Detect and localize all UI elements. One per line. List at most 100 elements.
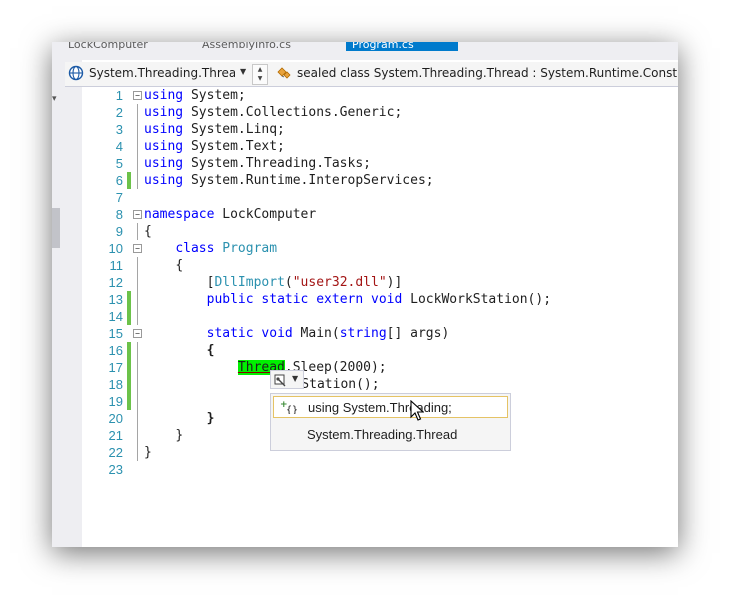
code-line: 4 using System.Text; <box>82 138 678 155</box>
keyword-public: public <box>206 292 254 307</box>
code-line: 14 <box>82 308 678 325</box>
namespace-globe-icon <box>68 65 84 81</box>
keyword-using: using <box>144 122 184 137</box>
brace: } <box>206 411 215 426</box>
namespace-ref: System.Text; <box>190 139 285 154</box>
mouse-pointer-icon <box>410 400 424 421</box>
namespace-ref: System.Threading.Tasks; <box>190 156 371 171</box>
line-number: 9 <box>115 224 123 239</box>
code-editor[interactable]: 1 − using System; 2 using System.Collect… <box>82 87 678 547</box>
line-number: 3 <box>115 122 123 137</box>
line-number: 8 <box>115 207 123 222</box>
brace: { <box>144 224 152 239</box>
brace: } <box>175 428 184 443</box>
fold-guide <box>137 308 138 325</box>
namespace-name: LockComputer <box>214 207 317 222</box>
keyword-extern: extern <box>316 292 364 307</box>
line-number: 13 <box>108 292 123 307</box>
collapse-chevron-icon[interactable]: ▾ <box>52 94 57 104</box>
code-text: static void Main(string[] args) <box>144 325 450 342</box>
method-signature: LockWorkStation(); <box>402 292 552 307</box>
keyword-using: using <box>144 88 184 103</box>
class-name: Program <box>222 241 278 256</box>
code-text: [DllImport("user32.dll")] <box>144 274 403 291</box>
fold-guide <box>137 359 138 376</box>
keyword-using: using <box>144 156 184 171</box>
code-line: 12 [DllImport("user32.dll")] <box>82 274 678 291</box>
menu-item-add-using[interactable]: + {} using System.Threading; <box>273 396 508 418</box>
chevron-down-icon: ▼ <box>292 374 299 383</box>
tool-window-strip: ▾ <box>52 60 82 547</box>
code-line: 2 using System.Collections.Generic; <box>82 104 678 121</box>
fold-guide <box>137 155 138 172</box>
code-text: namespace LockComputer <box>144 206 316 223</box>
line-number: 14 <box>108 309 123 324</box>
menu-item-label: using System.Threading; <box>308 400 452 415</box>
change-marker <box>127 308 131 325</box>
line-number: 6 <box>115 173 123 188</box>
line-number: 2 <box>115 105 123 120</box>
fold-collapse-icon[interactable]: − <box>133 329 142 338</box>
keyword-static: static <box>261 292 309 307</box>
tab-lockcomputer[interactable]: LockComputer <box>68 42 148 51</box>
code-text: using System.Linq; <box>144 121 285 138</box>
class-icon <box>277 67 291 79</box>
code-text: { <box>144 223 152 240</box>
line-number: 23 <box>108 462 123 477</box>
code-text: } <box>144 410 215 427</box>
visual-studio-window: LockComputer AssemblyInfo.cs Program.cs … <box>52 42 678 547</box>
menu-item-fully-qualify[interactable]: System.Threading.Thread <box>307 427 457 442</box>
tab-assemblyinfo[interactable]: AssemblyInfo.cs <box>202 42 291 51</box>
scope-spinner-icon[interactable]: ▲ ▼ <box>252 64 268 85</box>
document-tab-strip: LockComputer AssemblyInfo.cs Program.cs <box>52 42 678 60</box>
line-number: 4 <box>115 139 123 154</box>
code-text: public static extern void LockWorkStatio… <box>144 291 551 308</box>
side-scrollbar-thumb[interactable] <box>52 208 60 248</box>
tab-program[interactable]: Program.cs <box>346 42 458 51</box>
fold-guide <box>137 172 138 189</box>
code-text: { <box>144 342 215 359</box>
fold-guide <box>137 444 138 461</box>
keyword-using: using <box>144 105 184 120</box>
code-line: 10 − class Program <box>82 240 678 257</box>
fold-collapse-icon[interactable]: − <box>133 91 142 100</box>
code-line: 15 − static void Main(string[] args) <box>82 325 678 342</box>
change-marker <box>127 172 131 189</box>
method-name: Main( <box>292 326 340 341</box>
keyword-void: void <box>371 292 403 307</box>
code-text: using System.Runtime.InteropServices; <box>144 172 434 189</box>
line-number: 5 <box>115 156 123 171</box>
fold-collapse-icon[interactable]: − <box>133 244 142 253</box>
line-number: 22 <box>108 445 123 460</box>
fold-guide <box>137 138 138 155</box>
code-text: } <box>144 427 183 444</box>
keyword-void: void <box>261 326 293 341</box>
fold-guide <box>137 342 138 359</box>
fold-collapse-icon[interactable]: − <box>133 210 142 219</box>
fold-guide <box>137 393 138 410</box>
keyword-using: using <box>144 139 184 154</box>
code-line: 5 using System.Threading.Tasks; <box>82 155 678 172</box>
method-args: [] args) <box>386 326 450 341</box>
fold-guide <box>137 223 138 240</box>
screwdriver-icon <box>274 374 286 387</box>
line-number: 16 <box>108 343 123 358</box>
code-line: 3 using System.Linq; <box>82 121 678 138</box>
type-scope-dropdown[interactable]: System.Threading.Threac <box>89 66 235 80</box>
navigation-bar: System.Threading.Threac ▼ ▲ ▼ sealed clas… <box>65 62 678 87</box>
namespace-ref: System.Collections.Generic; <box>190 105 403 120</box>
namespace-ref: System.Linq; <box>190 122 285 137</box>
code-line: 18 WorkStation(); <box>82 376 678 393</box>
line-number: 20 <box>108 411 123 426</box>
line-number: 19 <box>108 394 123 409</box>
code-line: 8 − namespace LockComputer <box>82 206 678 223</box>
member-scope-dropdown[interactable]: sealed class System.Threading.Thread : S… <box>297 66 678 80</box>
fold-guide <box>137 121 138 138</box>
dropdown-arrow-icon[interactable]: ▼ <box>240 67 246 76</box>
attribute-name: DllImport <box>214 275 285 290</box>
keyword-namespace: namespace <box>144 207 215 222</box>
code-line: 17 Thread.Sleep(2000); <box>82 359 678 376</box>
fold-guide <box>137 104 138 121</box>
line-number: 17 <box>108 360 123 375</box>
quick-actions-button[interactable]: ▼ <box>270 370 304 389</box>
